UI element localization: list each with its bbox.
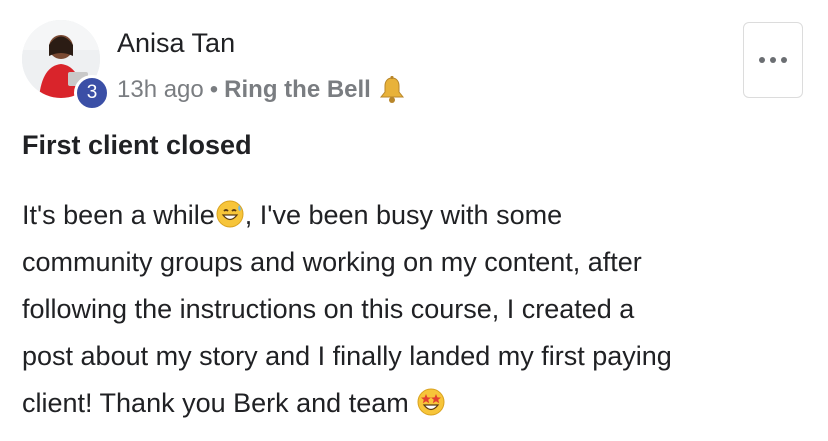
post-body-line: It's been a while , I've been busy with … (22, 192, 812, 239)
more-options-button[interactable] (743, 22, 803, 98)
more-dots-icon (759, 57, 765, 63)
post-title[interactable]: First client closed (22, 130, 252, 161)
post-body-text: client! Thank you Berk and team (22, 388, 417, 418)
meta-separator: • (209, 76, 219, 103)
category-link[interactable]: Ring the Bell (224, 76, 371, 104)
post-body: It's been a while , I've been busy with … (22, 192, 812, 427)
more-dots-icon-dot-2 (770, 57, 776, 63)
level-badge: 3 (74, 75, 110, 111)
post-body-line: following the instructions on this cours… (22, 294, 635, 324)
post-body-text: It's been a while (22, 200, 215, 230)
post-meta: 13h ago • Ring the Bell (117, 74, 407, 106)
post-body-line: community groups and working on my conte… (22, 247, 642, 277)
bell-icon (377, 75, 407, 105)
post-body-text: , I've been busy with some (244, 200, 563, 230)
more-dots-icon-dot-3 (781, 57, 787, 63)
grinning-sweat-emoji (215, 197, 245, 228)
post-card: 3 Anisa Tan 13h ago • Ring the Bell Firs… (0, 0, 828, 441)
author-name[interactable]: Anisa Tan (117, 28, 235, 59)
star-struck-emoji (416, 385, 446, 416)
post-body-line: post about my story and I finally landed… (22, 341, 672, 371)
post-body-line: client! Thank you Berk and team (22, 380, 812, 427)
post-timestamp: 13h ago (117, 76, 204, 103)
